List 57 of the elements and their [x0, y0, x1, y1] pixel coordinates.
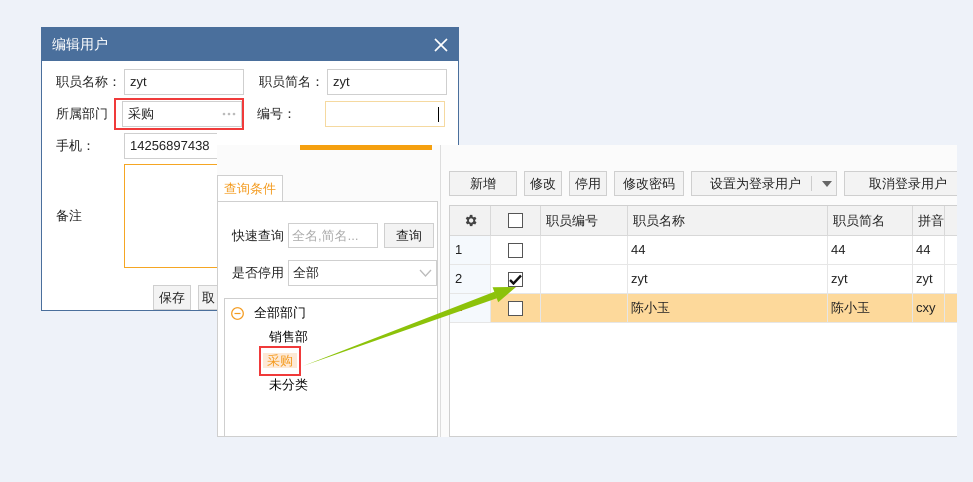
search-button[interactable]: 查询: [384, 223, 434, 248]
close-icon[interactable]: [434, 38, 448, 52]
column-header[interactable]: 职员简名: [828, 206, 913, 235]
table-cell-text: 44: [831, 241, 846, 260]
picker-field[interactable]: 采购: [122, 101, 242, 127]
settings-icon[interactable]: [462, 213, 478, 228]
checkbox[interactable]: [508, 272, 523, 286]
notes-field[interactable]: [124, 164, 217, 268]
field-label: 是否停用: [232, 264, 285, 282]
column-header[interactable]: 职员名称: [628, 206, 828, 235]
caret-icon: [822, 180, 832, 186]
row-number: 1: [455, 241, 462, 260]
checkbox[interactable]: [508, 213, 523, 228]
dialog-button[interactable]: 保存: [153, 285, 191, 310]
field-label: 所属部门: [56, 105, 109, 124]
toolbar-button[interactable]: 新增: [449, 171, 517, 196]
toolbar-button[interactable]: 修改: [524, 171, 562, 196]
field-label: 职员简名：: [259, 73, 325, 92]
toolbar-button[interactable]: 停用: [569, 171, 607, 196]
column-header[interactable]: 职员编号: [541, 206, 628, 235]
toolbar-button[interactable]: 取消登录用户: [844, 171, 957, 196]
input-field[interactable]: 14256897438: [124, 133, 217, 159]
column-header[interactable]: 拼音: [913, 206, 945, 235]
table-cell-text: zyt: [631, 270, 648, 288]
text-cursor: [438, 106, 439, 122]
field-label: 手机：: [56, 137, 96, 156]
table-cell-text: zyt: [831, 270, 848, 288]
split-button[interactable]: 设置为登录用户: [691, 171, 837, 196]
table-cell-text: cxy: [916, 299, 936, 318]
table-row[interactable]: 陈小玉 陈小玉 cxy: [450, 294, 957, 323]
dropdown-field[interactable]: 全部: [288, 260, 437, 286]
table-cell-text: 陈小玉: [831, 299, 870, 318]
search-field[interactable]: 全名,简名...: [288, 223, 378, 248]
input-field[interactable]: [325, 101, 445, 127]
input-field[interactable]: zyt: [327, 69, 447, 95]
table-cell-text: zyt: [916, 270, 933, 288]
table-row[interactable]: 1 44 44 44: [450, 236, 957, 265]
field-label: 快速查询: [232, 226, 285, 245]
field-label: 职员名称：: [56, 73, 122, 92]
checkbox[interactable]: [508, 300, 523, 316]
input-field[interactable]: zyt: [124, 69, 244, 95]
tree-item[interactable]: 全部部门: [250, 303, 310, 323]
more-icon: [222, 112, 236, 116]
tree-item[interactable]: 未分类: [265, 375, 312, 395]
field-label: 备注: [56, 207, 83, 226]
window-title: 编辑用户: [52, 35, 108, 54]
field-label: 编号：: [257, 105, 297, 124]
table-cell-text: 44: [631, 241, 646, 260]
checkmark-icon: [509, 274, 522, 284]
table-cell-text: 44: [916, 241, 930, 260]
chevron-down-icon: [419, 269, 432, 277]
table-cell-text: 陈小玉: [631, 299, 670, 318]
checkbox[interactable]: [508, 242, 523, 258]
tree-item[interactable]: 销售部: [265, 327, 312, 347]
table-row[interactable]: 2 zyt zyt zyt: [450, 265, 957, 294]
row-number: 2: [455, 270, 462, 288]
toolbar-button[interactable]: 修改密码: [614, 171, 684, 196]
